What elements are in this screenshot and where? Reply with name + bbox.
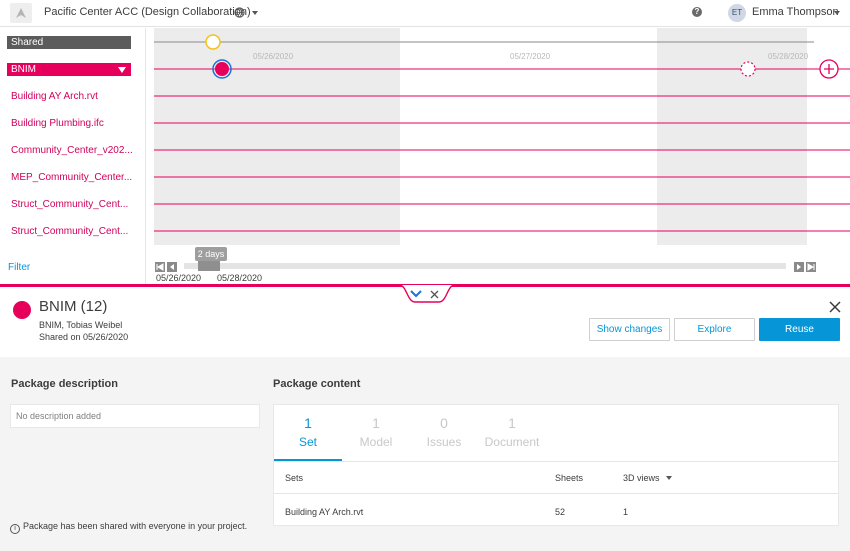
tab-label: Set xyxy=(298,435,317,449)
share-info-note: i Package has been shared with everyone i… xyxy=(10,520,250,534)
date-label: 05/26/2020 xyxy=(253,52,294,61)
tab-label: Issues xyxy=(426,435,462,449)
package-title: BNIM (12) xyxy=(39,298,108,315)
package-marker[interactable] xyxy=(215,62,229,76)
globe-icon[interactable] xyxy=(234,7,245,18)
description-field[interactable]: No description added xyxy=(10,404,260,428)
help-icon[interactable]: ? xyxy=(692,7,702,17)
app-logo-icon[interactable] xyxy=(10,3,32,23)
scroll-end-date: 05/28/2020 xyxy=(217,273,263,283)
shared-marker[interactable] xyxy=(205,34,221,50)
tab-count: 0 xyxy=(440,415,448,431)
step-forward-icon[interactable] xyxy=(794,262,804,272)
sheets-count: 52 xyxy=(555,507,566,517)
project-title[interactable]: Pacific Center ACC (Design Collaboration… xyxy=(44,6,251,18)
tab-document[interactable]: 1 Document xyxy=(478,415,546,449)
column-header-3d-views-label: 3D views xyxy=(623,473,660,483)
tab-model[interactable]: 1 Model xyxy=(342,415,410,449)
info-icon: i xyxy=(10,524,20,534)
timeline: 05/26/2020 05/27/2020 05/28/2020 xyxy=(150,28,850,287)
add-package-icon[interactable] xyxy=(819,59,839,79)
company-dropdown[interactable]: BNIM xyxy=(7,63,131,76)
company-dropdown-label: BNIM xyxy=(11,64,36,75)
set-name[interactable]: Building AY Arch.rvt xyxy=(285,507,363,517)
sidebar-file-item[interactable]: Struct_Community_Cent... xyxy=(11,226,128,237)
panel-toggle-tab[interactable] xyxy=(399,284,455,304)
sidebar-file-item[interactable]: Building AY Arch.rvt xyxy=(11,91,98,102)
filter-link[interactable]: Filter xyxy=(8,262,30,273)
sidebar-file-item[interactable]: MEP_Community_Center... xyxy=(11,172,132,183)
project-chevron-down-icon[interactable] xyxy=(252,11,258,15)
package-members: BNIM, Tobias Weibel xyxy=(39,320,123,330)
package-description-title: Package description xyxy=(11,378,118,390)
sidebar-file-item[interactable]: Struct_Community_Cent... xyxy=(11,199,128,210)
step-back-icon[interactable] xyxy=(167,262,177,272)
row-divider xyxy=(274,493,838,494)
tabs-divider xyxy=(274,461,838,462)
column-header-sets: Sets xyxy=(285,473,304,483)
skip-to-start-icon[interactable] xyxy=(155,262,165,272)
chevron-down-icon xyxy=(118,67,126,73)
package-content-title: Package content xyxy=(273,378,361,390)
pending-package-marker[interactable] xyxy=(740,61,756,77)
scroll-start-date: 05/26/2020 xyxy=(156,273,202,283)
show-changes-button[interactable]: Show changes xyxy=(589,318,670,341)
views-count: 1 xyxy=(623,507,629,517)
tab-set[interactable]: 1 Set xyxy=(274,415,342,449)
tab-count: 1 xyxy=(304,415,312,431)
reuse-button[interactable]: Reuse xyxy=(759,318,840,341)
user-name[interactable]: Emma Thompson xyxy=(752,6,839,18)
tab-label: Document xyxy=(484,435,540,449)
timeline-scroll-handle[interactable] xyxy=(198,260,220,271)
timeline-canvas xyxy=(154,28,850,271)
range-badge: 2 days xyxy=(195,247,227,261)
column-header-3d-views[interactable]: 3D views xyxy=(623,473,673,483)
skip-to-end-icon[interactable] xyxy=(806,262,816,272)
shared-row[interactable]: Shared xyxy=(7,36,131,49)
explore-button[interactable]: Explore xyxy=(674,318,755,341)
tab-issues[interactable]: 0 Issues xyxy=(410,415,478,449)
chevron-down-icon xyxy=(666,476,673,480)
column-header-sheets: Sheets xyxy=(555,473,584,483)
package-content-card: 1 Set 1 Model 0 Issues 1 Document Sets S… xyxy=(273,404,839,526)
app-header: Pacific Center ACC (Design Collaboration… xyxy=(0,0,850,27)
user-avatar[interactable]: ET xyxy=(728,4,746,22)
user-chevron-down-icon[interactable] xyxy=(834,11,840,15)
sidebar: Shared BNIM Building AY Arch.rvt Buildin… xyxy=(0,28,146,287)
package-shared-date: Shared on 05/26/2020 xyxy=(39,332,129,342)
sidebar-file-item[interactable]: Community_Center_v202... xyxy=(11,145,133,156)
tab-count: 1 xyxy=(508,415,516,431)
package-color-dot xyxy=(13,301,31,319)
sidebar-file-item[interactable]: Building Plumbing.ifc xyxy=(11,118,104,129)
date-label: 05/28/2020 xyxy=(768,52,809,61)
tab-label: Model xyxy=(359,435,393,449)
timeline-scrollbar[interactable] xyxy=(184,263,786,269)
close-panel-icon[interactable] xyxy=(829,301,841,313)
date-label: 05/27/2020 xyxy=(510,52,551,61)
tab-count: 1 xyxy=(372,415,380,431)
share-info-text: Package has been shared with everyone in… xyxy=(23,521,248,531)
